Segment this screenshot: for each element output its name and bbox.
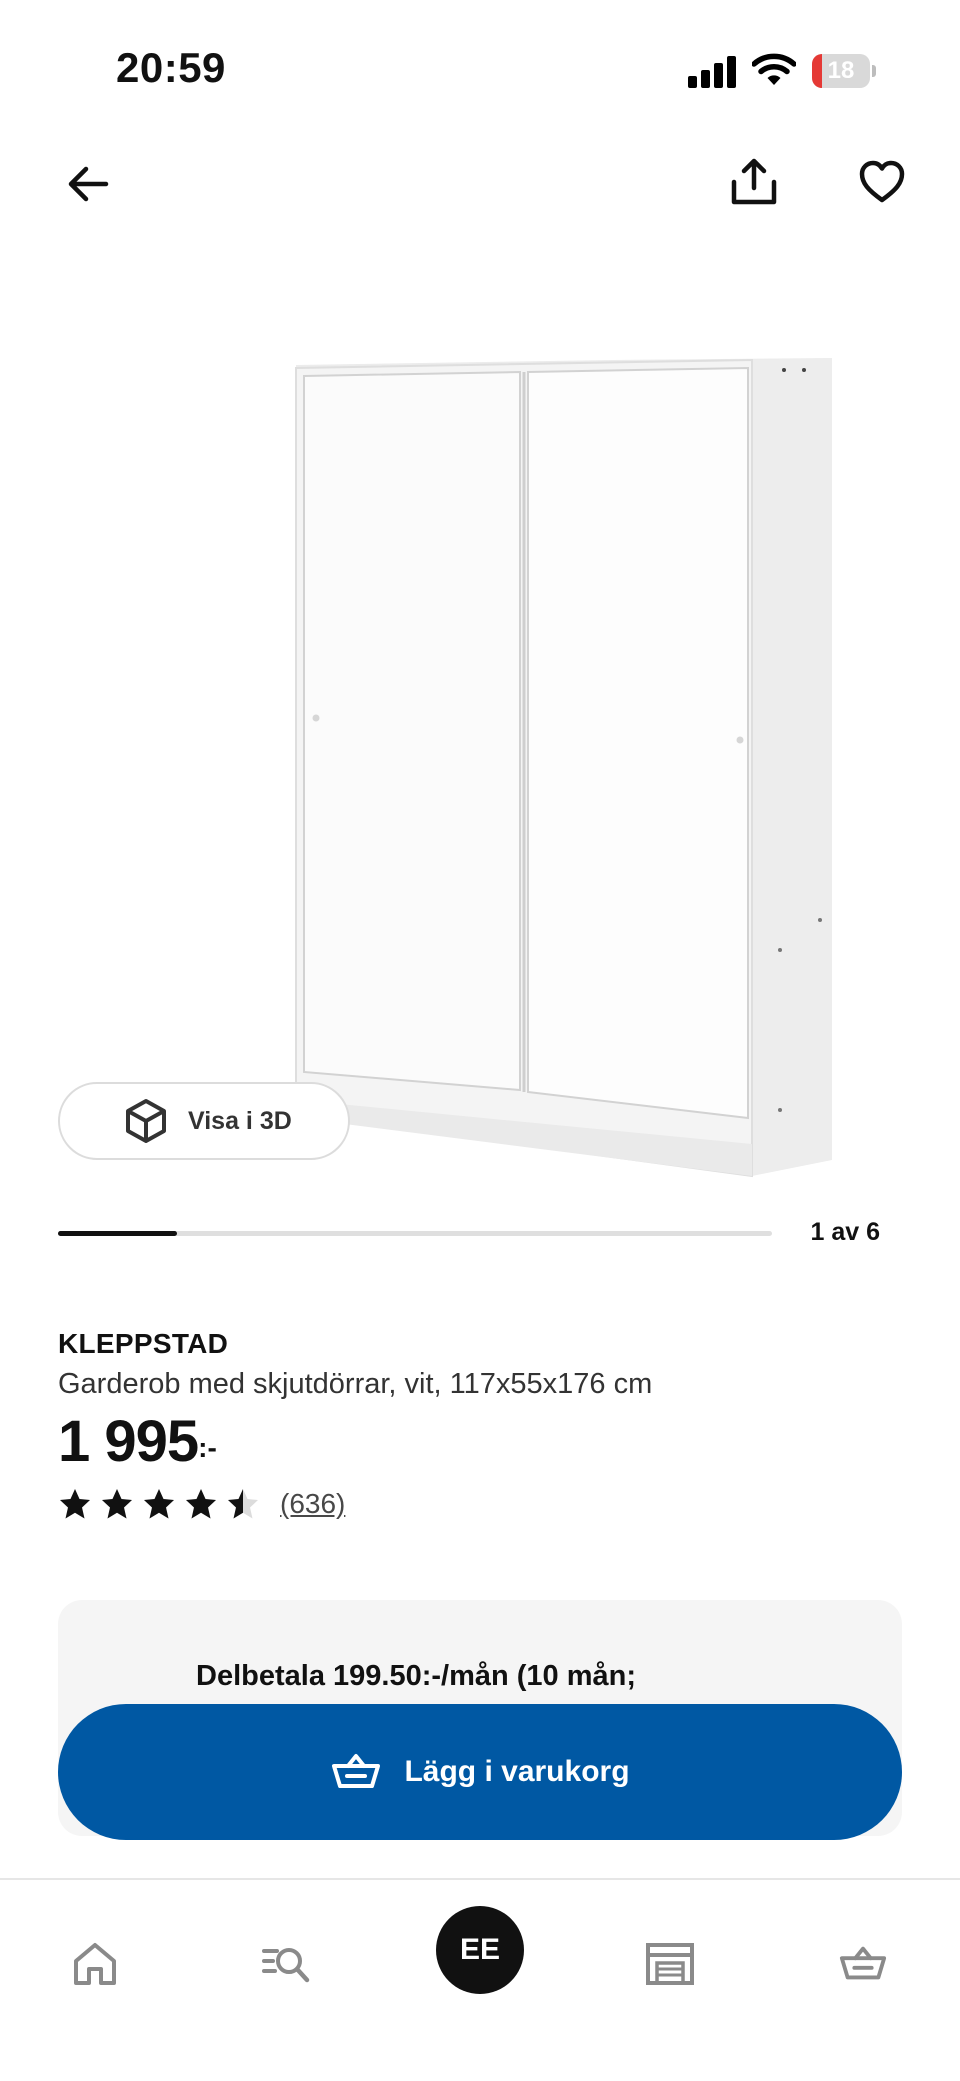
tab-profile[interactable]: EE xyxy=(430,1900,530,2000)
favorite-button[interactable] xyxy=(850,150,914,214)
star-icon xyxy=(60,1489,90,1519)
status-time: 20:59 xyxy=(116,44,226,91)
store-icon xyxy=(646,1943,694,1985)
status-bar: 20:59 18 xyxy=(0,0,960,140)
carousel-position-label: 1 av 6 xyxy=(810,1218,880,1246)
tab-store[interactable] xyxy=(620,1914,720,2014)
tab-search[interactable] xyxy=(236,1914,336,2014)
basket-icon xyxy=(332,1754,381,1788)
view-3d-button[interactable]: Visa i 3D xyxy=(58,1082,350,1160)
battery-level: 18 xyxy=(827,57,855,84)
product-description: Garderob med skjutdörrar, vit, 117x55x17… xyxy=(58,1368,653,1400)
price-amount: 1 995 xyxy=(58,1409,199,1474)
share-icon xyxy=(731,158,777,205)
carousel-progress-fill xyxy=(58,1231,177,1236)
cube-icon xyxy=(126,1099,166,1143)
wifi-icon xyxy=(752,53,796,85)
price-suffix: :- xyxy=(198,1432,217,1463)
cellular-signal-icon xyxy=(688,56,738,88)
installment-text: Delbetala 199.50:-/mån (10 mån; xyxy=(196,1660,637,1692)
add-to-cart-label: Lägg i varukorg xyxy=(404,1755,630,1788)
basket-icon xyxy=(839,1946,887,1980)
view-3d-label: Visa i 3D xyxy=(188,1106,292,1135)
search-list-icon xyxy=(262,1948,310,1983)
rating-count-link[interactable]: (636) xyxy=(280,1488,345,1520)
arrow-left-icon xyxy=(68,166,109,202)
star-icon xyxy=(186,1489,216,1519)
product-rating[interactable]: (636) xyxy=(58,1486,345,1522)
back-button[interactable] xyxy=(56,152,120,216)
home-icon xyxy=(74,1943,116,1985)
profile-avatar: EE xyxy=(436,1906,524,1994)
carousel-progress xyxy=(58,1231,772,1236)
product-price: 1 995 :- xyxy=(58,1410,217,1474)
share-button[interactable] xyxy=(722,150,786,214)
star-icon xyxy=(102,1489,132,1519)
heart-icon xyxy=(859,160,905,203)
bottom-tab-bar: EE xyxy=(0,1878,960,2081)
star-icon xyxy=(144,1489,174,1519)
add-to-cart-button[interactable]: Lägg i varukorg xyxy=(58,1704,902,1840)
tab-home[interactable] xyxy=(45,1914,145,2014)
battery-indicator: 18 xyxy=(812,54,876,88)
product-image[interactable] xyxy=(120,300,840,1180)
star-icon xyxy=(228,1489,258,1519)
tab-cart[interactable] xyxy=(813,1914,913,2014)
rating-stars xyxy=(58,1487,260,1521)
product-name: KLEPPSTAD xyxy=(58,1328,229,1359)
